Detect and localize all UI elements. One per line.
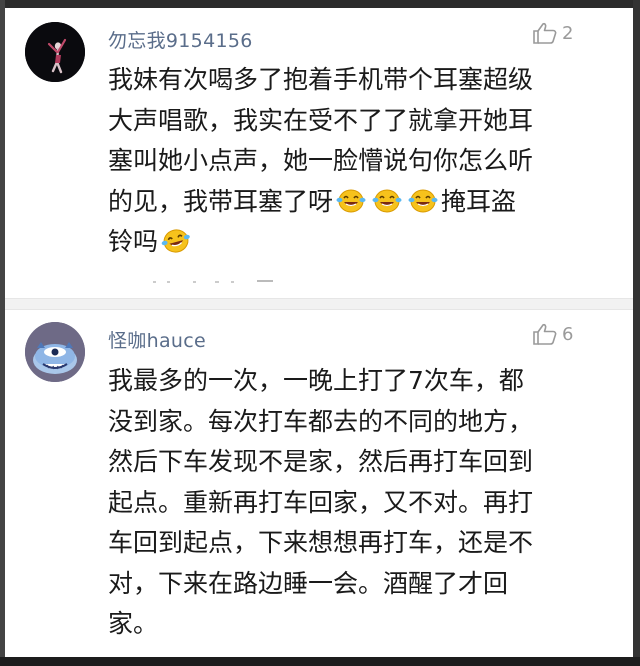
- blue-monster-avatar-icon: [25, 322, 85, 382]
- comment-line: 车回到起点，下来想想再打车，还是不: [108, 528, 534, 557]
- username[interactable]: 勿忘我9154156: [108, 26, 253, 53]
- laughing-tears-emoji-icon: [372, 189, 402, 212]
- comment-line: 大声唱歌，我实在受不了了就拿开她耳: [108, 105, 534, 135]
- comment-item: 怪咖hauce 6 我最多的一次，一晚上打了7次车，都 没到家。每次打车都去的不同…: [5, 310, 633, 657]
- right-border: [633, 0, 640, 666]
- like-button[interactable]: 2: [532, 22, 573, 44]
- avatar[interactable]: [25, 22, 85, 82]
- username[interactable]: 怪咖hauce: [108, 326, 206, 353]
- like-button[interactable]: 6: [532, 323, 573, 345]
- comment-line: 的见，我带耳塞了呀 掩耳盗: [108, 186, 517, 216]
- comment-divider: [5, 298, 633, 310]
- like-count: 2: [562, 22, 574, 44]
- comment-line: 起点。重新再打车回家，又不对。再打: [108, 487, 534, 517]
- top-border: [0, 0, 640, 8]
- comment-line: 没到家。每次打车都去的不同的地方，: [108, 406, 534, 436]
- avatar[interactable]: [25, 322, 85, 382]
- dark-photo-avatar-icon: [25, 22, 85, 82]
- comment-line: 家。: [108, 609, 159, 638]
- comment-body: 我最多的一次，一晚上打了7次车，都 没到家。每次打车都去的不同的地方， 然后下车发现…: [108, 361, 586, 645]
- comment-line: 铃吗: [108, 222, 586, 263]
- comment-line: 我妹有次喝多了抱着手机带个耳塞超级: [108, 65, 534, 94]
- comment-body: 我妹有次喝多了抱着手机带个耳塞超级 大声唱歌，我实在受不了了就拿开她耳 塞叫她小点声…: [108, 60, 586, 263]
- comment-line: 然后下车发现不是家，然后再打车回到: [108, 447, 534, 476]
- comment-item: 勿忘我9154156 2 我妹有次喝多了抱着手机带个耳塞超级 大声唱歌，我实在受不…: [5, 8, 633, 298]
- thumbs-up-icon: [533, 323, 557, 345]
- comment-line: 塞叫她小点声，她一脸懵说句你怎么听: [108, 146, 534, 175]
- comment-line: 对，下来在路边睡一会。酒醒了才回: [108, 568, 509, 598]
- laughing-tears-emoji-icon: [336, 189, 366, 212]
- bottom-border: [0, 657, 640, 666]
- comment-line: 我最多的一次，一晚上打了7次车，都: [108, 366, 524, 395]
- truncated-text-fragment: [153, 280, 273, 283]
- like-count: 6: [562, 323, 574, 345]
- rolling-laughing-emoji-icon: [161, 229, 190, 253]
- thumbs-up-icon: [533, 22, 557, 44]
- laughing-tears-emoji-icon: [408, 189, 438, 212]
